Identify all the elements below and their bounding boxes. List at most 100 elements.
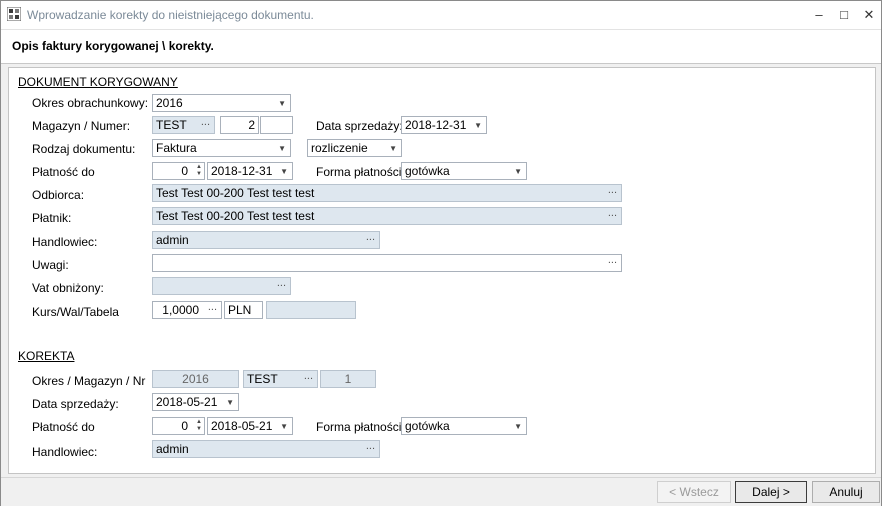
korekta-okres-field: 2016	[152, 370, 239, 388]
forma-label: Forma płatności:	[316, 165, 405, 179]
korekta-magazyn-field: TEST ...	[243, 370, 318, 388]
korekta-handlowiec-field[interactable]: admin ...	[152, 440, 380, 458]
dropdown-arrow-icon[interactable]: ▼	[280, 163, 288, 179]
next-button[interactable]: Dalej >	[735, 481, 807, 503]
ellipsis-icon[interactable]: ...	[366, 441, 375, 454]
button-bar: < Wstecz Dalej > Anuluj	[1, 477, 881, 506]
korekta-handlowiec-label: Handlowiec:	[32, 445, 98, 459]
magazyn-label: Magazyn / Numer:	[32, 119, 131, 133]
korekta-data-sprzedazy-picker[interactable]: 2018-05-21 ▼	[152, 393, 239, 411]
platnosc-days-stepper[interactable]: 0 ▲ ▼	[152, 162, 205, 180]
odbiorca-value: Test Test 00-200 Test test test	[156, 186, 315, 200]
korekta-forma-label: Forma płatności:	[316, 420, 405, 434]
platnik-value: Test Test 00-200 Test test test	[156, 209, 315, 223]
uwagi-label: Uwagi:	[32, 258, 69, 272]
platnosc-days-value: 0	[181, 164, 188, 178]
data-sprzedazy-label: Data sprzedaży:	[316, 119, 403, 133]
rodzaj-select[interactable]: Faktura ▼	[152, 139, 291, 157]
dropdown-arrow-icon[interactable]: ▼	[278, 95, 286, 111]
maximize-icon[interactable]: □	[833, 5, 855, 25]
rodzaj-label: Rodzaj dokumentu:	[32, 142, 136, 156]
kurs-label: Kurs/Wal/Tabela	[32, 305, 119, 319]
cancel-button[interactable]: Anuluj	[812, 481, 880, 503]
platnik-field[interactable]: Test Test 00-200 Test test test ...	[152, 207, 622, 225]
handlowiec-label: Handlowiec:	[32, 235, 98, 249]
dialog-header: Opis faktury korygowanej \ korekty.	[1, 30, 881, 64]
waluta-field[interactable]: PLN	[224, 301, 263, 319]
korekta-platnosc-date-value: 2018-05-21	[211, 419, 273, 433]
magazyn-value: TEST	[156, 118, 187, 132]
app-icon	[7, 7, 21, 21]
title-bar: Wprowadzanie korekty do nieistniejącego …	[1, 1, 881, 30]
rodzaj-value: Faktura	[156, 141, 197, 155]
magazyn-field[interactable]: TEST ...	[152, 116, 215, 134]
ellipsis-icon[interactable]: ...	[201, 117, 210, 130]
data-sprzedazy-picker[interactable]: 2018-12-31 ▼	[401, 116, 487, 134]
section-korekta: KOREKTA	[18, 349, 75, 363]
korekta-platnosc-days-value: 0	[181, 419, 188, 433]
numer-suffix-field[interactable]	[260, 116, 293, 134]
ellipsis-icon[interactable]: ...	[608, 208, 617, 221]
okres-value: 2016	[156, 96, 183, 110]
dropdown-arrow-icon[interactable]: ▼	[280, 418, 288, 434]
spin-arrows-icon[interactable]: ▲ ▼	[196, 419, 202, 433]
odbiorca-field[interactable]: Test Test 00-200 Test test test ...	[152, 184, 622, 202]
korekta-nr-value: 1	[344, 372, 352, 386]
minimize-icon[interactable]: –	[808, 5, 830, 25]
dropdown-arrow-icon[interactable]: ▼	[514, 418, 522, 434]
korekta-forma-select[interactable]: gotówka ▼	[401, 417, 527, 435]
spin-arrows-icon[interactable]: ▲ ▼	[196, 164, 202, 178]
close-icon[interactable]: ✕	[858, 5, 880, 25]
section-dokument-korygowany: DOKUMENT KORYGOWANY	[18, 75, 178, 89]
numer-value: 2	[248, 118, 255, 132]
ellipsis-icon: ...	[303, 370, 313, 382]
data-sprzedazy-value: 2018-12-31	[405, 118, 467, 132]
back-button[interactable]: < Wstecz	[657, 481, 731, 503]
platnosc-date-picker[interactable]: 2018-12-31 ▼	[207, 162, 293, 180]
ellipsis-icon[interactable]: ...	[608, 255, 617, 268]
dialog-window: Wprowadzanie korekty do nieistniejącego …	[0, 0, 882, 506]
okres-label: Okres obrachunkowy:	[32, 96, 149, 110]
window-title: Wprowadzanie korekty do nieistniejącego …	[27, 8, 314, 22]
korekta-forma-value: gotówka	[405, 419, 450, 433]
korekta-okres-label: Okres / Magazyn / Nr	[32, 374, 146, 388]
odbiorca-label: Odbiorca:	[32, 188, 85, 202]
platnik-label: Płatnik:	[32, 211, 72, 225]
dropdown-arrow-icon[interactable]: ▼	[514, 163, 522, 179]
ellipsis-icon[interactable]: ...	[608, 185, 617, 198]
handlowiec-value: admin	[156, 233, 189, 247]
numer-field[interactable]: 2	[220, 116, 259, 134]
korekta-data-sprzedazy-value: 2018-05-21	[156, 395, 218, 409]
korekta-okres-value: 2016	[182, 372, 209, 386]
forma-value: gotówka	[405, 164, 450, 178]
korekta-data-sprzedazy-label: Data sprzedaży:	[32, 397, 119, 411]
okres-select[interactable]: 2016 ▼	[152, 94, 291, 112]
rozliczenie-select[interactable]: rozliczenie ▼	[307, 139, 402, 157]
kurs-value: 1,0000	[162, 303, 199, 317]
korekta-magazyn-value: TEST	[247, 372, 278, 386]
header-title: Opis faktury korygowanej \ korekty.	[12, 39, 214, 53]
dropdown-arrow-icon[interactable]: ▼	[474, 117, 482, 133]
ellipsis-icon[interactable]: ...	[208, 302, 217, 315]
korekta-platnosc-date-picker[interactable]: 2018-05-21 ▼	[207, 417, 293, 435]
vat-field[interactable]: ...	[152, 277, 291, 295]
korekta-handlowiec-value: admin	[156, 442, 189, 456]
dropdown-arrow-icon[interactable]: ▼	[226, 394, 234, 410]
kurs-field[interactable]: 1,0000 ...	[152, 301, 222, 319]
tabela-field[interactable]	[266, 301, 356, 319]
waluta-value: PLN	[228, 303, 252, 317]
platnosc-label: Płatność do	[32, 165, 95, 179]
korekta-nr-field: 1	[320, 370, 376, 388]
uwagi-field[interactable]: ...	[152, 254, 622, 272]
ellipsis-icon[interactable]: ...	[366, 232, 375, 245]
korekta-platnosc-label: Płatność do	[32, 420, 95, 434]
korekta-platnosc-days-stepper[interactable]: 0 ▲ ▼	[152, 417, 205, 435]
platnosc-date-value: 2018-12-31	[211, 164, 273, 178]
handlowiec-field[interactable]: admin ...	[152, 231, 380, 249]
vat-label: Vat obniżony:	[32, 281, 104, 295]
dropdown-arrow-icon[interactable]: ▼	[278, 140, 286, 156]
dropdown-arrow-icon[interactable]: ▼	[389, 140, 397, 156]
ellipsis-icon[interactable]: ...	[277, 278, 286, 291]
forma-select[interactable]: gotówka ▼	[401, 162, 527, 180]
form-panel: DOKUMENT KORYGOWANY Okres obrachunkowy: …	[8, 67, 876, 474]
